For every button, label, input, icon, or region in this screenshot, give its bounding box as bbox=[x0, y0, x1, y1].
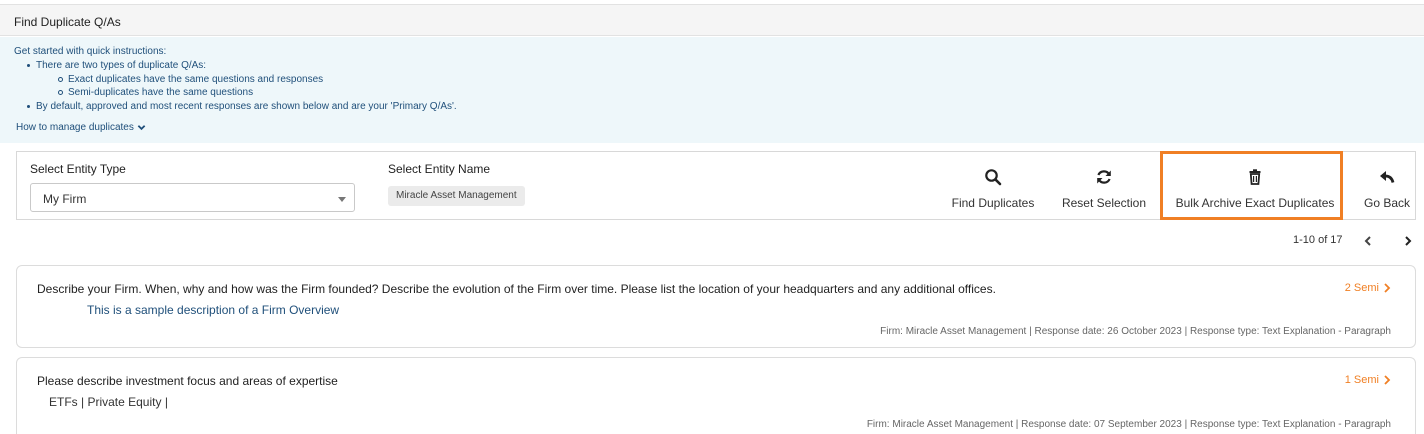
semi-duplicates-link[interactable]: 1 Semi bbox=[1345, 374, 1391, 386]
entity-name-chip[interactable]: Miracle Asset Management bbox=[388, 186, 525, 206]
instructions-heading: Get started with quick instructions: bbox=[14, 46, 167, 57]
instruction-sublist: Exact duplicates have the same questions… bbox=[36, 73, 457, 100]
chevron-down-icon bbox=[137, 125, 146, 131]
card-response: ETFs | Private Equity | bbox=[49, 395, 168, 409]
page-title-bar: Find Duplicate Q/As bbox=[0, 4, 1424, 36]
card-meta: Firm: Miracle Asset Management | Respons… bbox=[880, 326, 1391, 337]
instruction-text: There are two types of duplicate Q/As: bbox=[36, 60, 207, 71]
reply-icon bbox=[1380, 171, 1395, 183]
chevron-right-icon bbox=[1384, 283, 1391, 293]
duplicate-card[interactable]: Please describe investment focus and are… bbox=[16, 357, 1416, 434]
reset-selection-label: Reset Selection bbox=[1061, 196, 1147, 210]
find-duplicates-label: Find Duplicates bbox=[951, 196, 1035, 210]
entity-type-label: Select Entity Type bbox=[30, 162, 126, 176]
entity-name-label: Select Entity Name bbox=[388, 162, 491, 176]
instruction-subitem: Semi-duplicates have the same questions bbox=[58, 86, 457, 100]
card-response: This is a sample description of a Firm O… bbox=[87, 303, 340, 317]
instructions-list: There are two types of duplicate Q/As: E… bbox=[27, 59, 457, 113]
duplicate-card[interactable]: Describe your Firm. When, why and how wa… bbox=[16, 265, 1416, 348]
chevron-left-icon[interactable] bbox=[1362, 235, 1374, 247]
chevron-right-icon[interactable] bbox=[1402, 235, 1414, 247]
instruction-subitem: Exact duplicates have the same questions… bbox=[58, 73, 457, 87]
instruction-item: By default, approved and most recent res… bbox=[27, 100, 457, 112]
semi-count: 1 Semi bbox=[1344, 374, 1379, 386]
reset-selection-button[interactable]: Reset Selection bbox=[1059, 152, 1149, 219]
card-meta: Firm: Miracle Asset Management | Respons… bbox=[866, 419, 1391, 430]
card-question: Please describe investment focus and are… bbox=[37, 374, 338, 388]
how-to-manage-duplicates-toggle[interactable]: How to manage duplicates bbox=[16, 122, 146, 133]
pagination-range: 1-10 of 17 bbox=[1293, 234, 1343, 246]
card-question: Describe your Firm. When, why and how wa… bbox=[37, 282, 996, 296]
chevron-right-icon bbox=[1384, 375, 1391, 385]
instructions-panel: Get started with quick instructions: The… bbox=[0, 37, 1424, 143]
semi-count: 2 Semi bbox=[1344, 282, 1379, 294]
search-icon bbox=[985, 169, 1002, 186]
find-duplicates-button[interactable]: Find Duplicates bbox=[947, 152, 1039, 219]
semi-duplicates-link[interactable]: 2 Semi bbox=[1345, 282, 1391, 294]
caret-down-icon bbox=[338, 197, 346, 202]
go-back-button[interactable]: Go Back bbox=[1357, 152, 1417, 219]
go-back-label: Go Back bbox=[1363, 196, 1411, 210]
howto-label: How to manage duplicates bbox=[16, 122, 134, 133]
instruction-item: There are two types of duplicate Q/As: E… bbox=[27, 59, 457, 100]
entity-type-value: My Firm bbox=[43, 192, 87, 206]
refresh-icon bbox=[1097, 170, 1111, 184]
entity-type-select[interactable]: My Firm bbox=[30, 183, 355, 212]
page-title: Find Duplicate Q/As bbox=[14, 15, 121, 29]
bulk-archive-highlight bbox=[1160, 151, 1343, 220]
